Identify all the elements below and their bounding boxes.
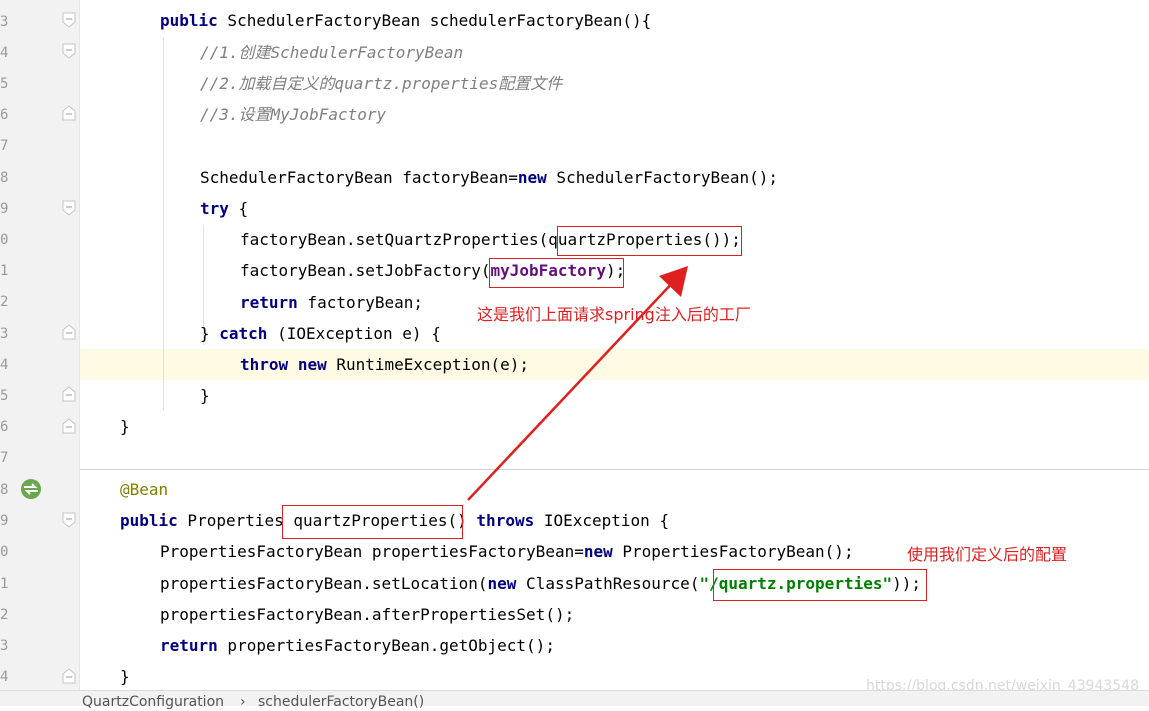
breadcrumb-method[interactable]: schedulerFactoryBean() bbox=[258, 693, 424, 711]
annotation-note-factory: 这是我们上面请求spring注入后的工厂 bbox=[477, 305, 751, 324]
breadcrumb-bar: QuartzConfiguration › schedulerFactoryBe… bbox=[0, 690, 1149, 710]
breadcrumb-separator-icon: › bbox=[240, 694, 246, 710]
annotation-note-config: 使用我们定义后的配置 bbox=[907, 545, 1068, 564]
annotation-arrow bbox=[467, 266, 688, 501]
breadcrumb-class[interactable]: QuartzConfiguration bbox=[82, 693, 224, 711]
